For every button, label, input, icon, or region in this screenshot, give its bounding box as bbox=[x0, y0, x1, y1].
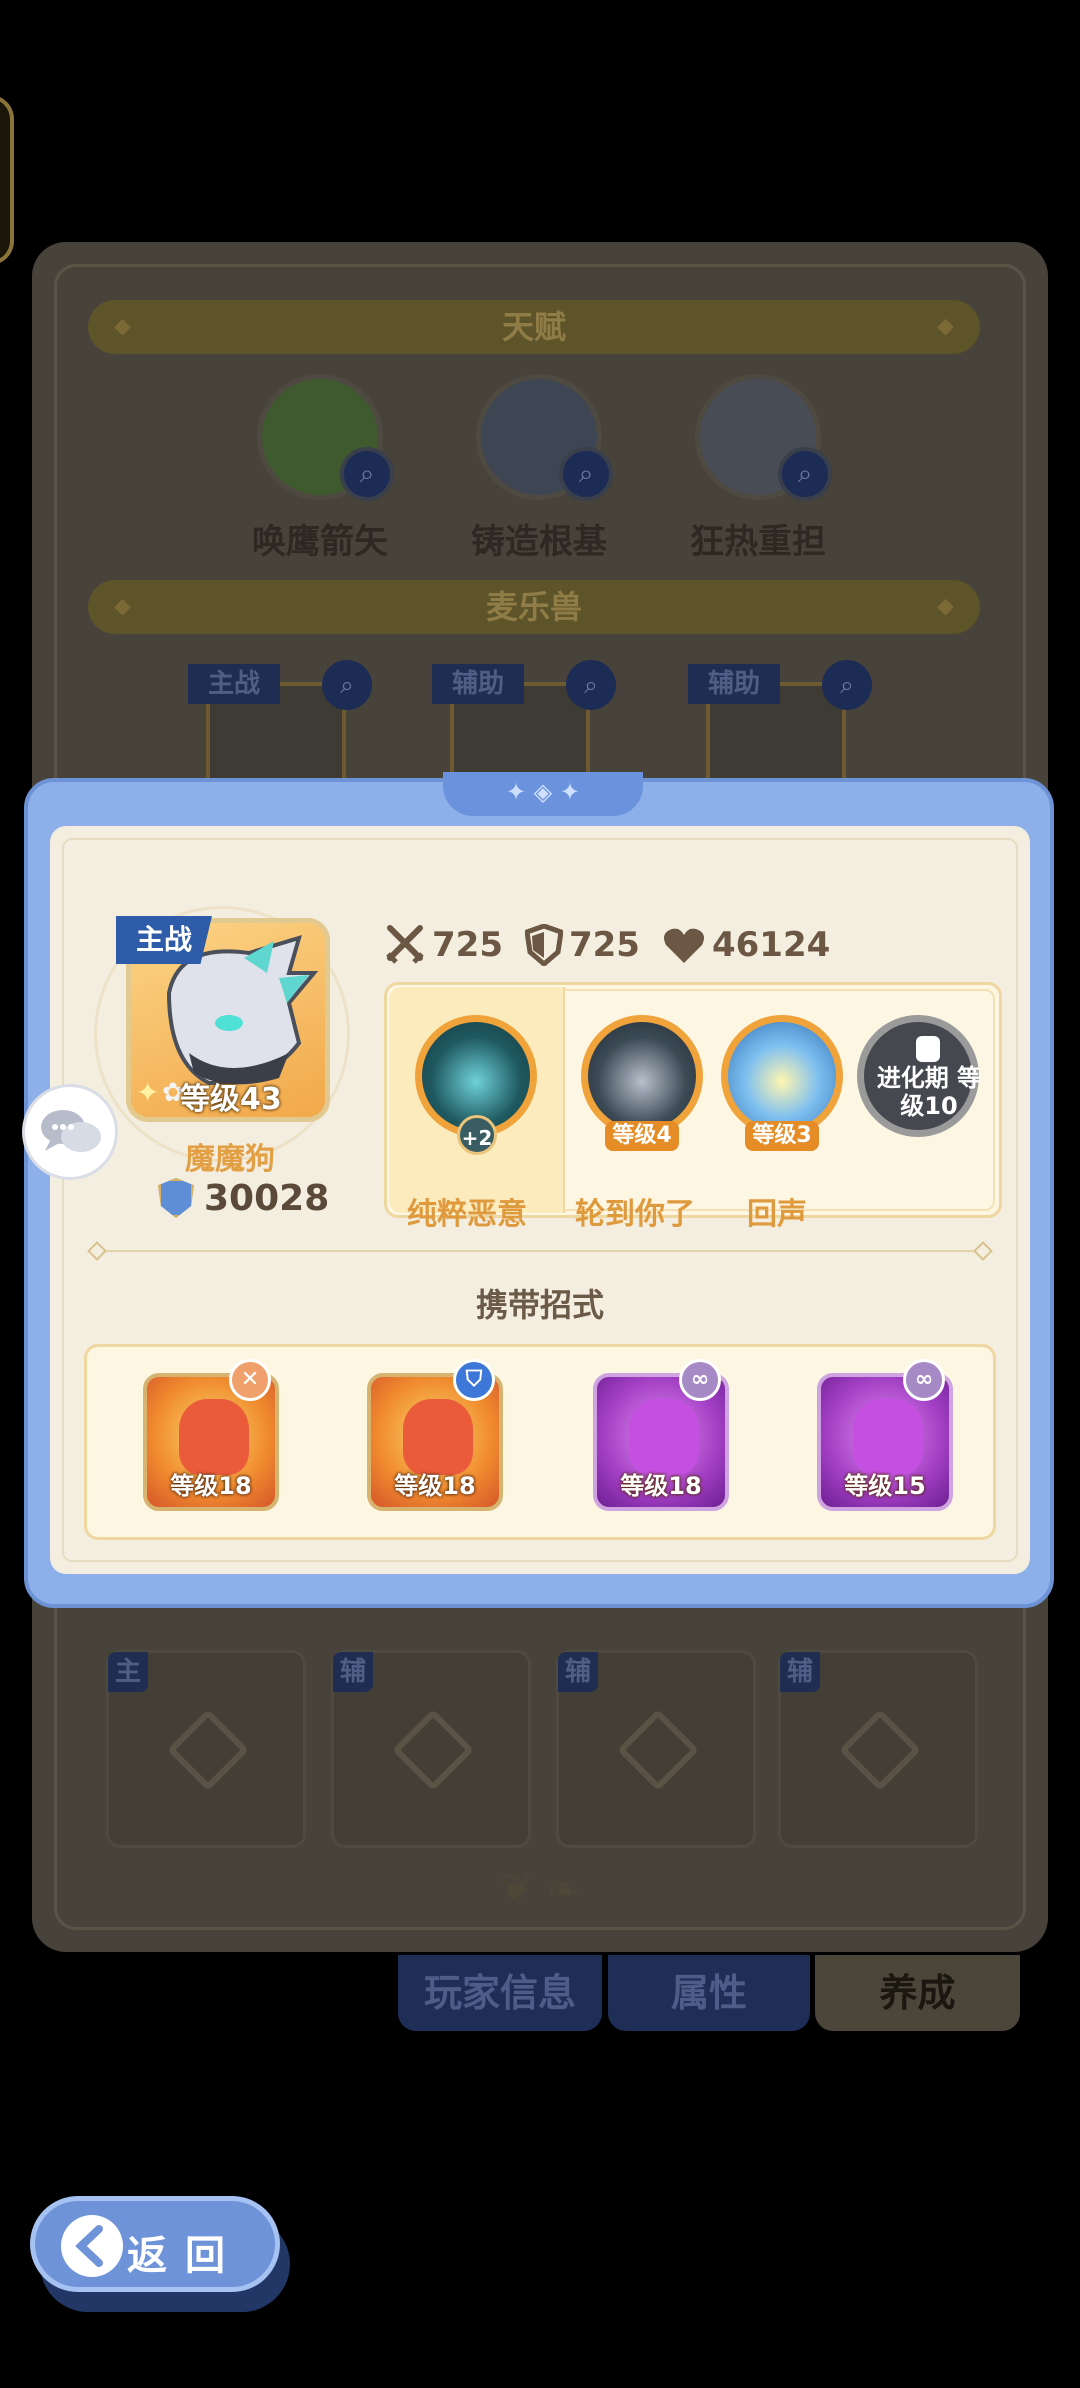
chat-button[interactable] bbox=[22, 1084, 118, 1180]
heart-icon bbox=[663, 928, 704, 963]
talent-name: 铸造根基 bbox=[471, 522, 607, 562]
shield-icon: ⛉ bbox=[453, 1359, 495, 1401]
equip-slot[interactable]: 辅 bbox=[778, 1650, 978, 1848]
slot-tag: 辅 bbox=[333, 1652, 373, 1692]
magnifier-icon[interactable]: ⌕ bbox=[822, 660, 872, 710]
move-list: 等级18 ✕ 等级18 ⛉ 等级18 ∞ 等级15 ∞ bbox=[84, 1344, 996, 1540]
pet-name: 魔魔狗 bbox=[185, 1142, 275, 1177]
move-level: 等级15 bbox=[844, 1472, 926, 1500]
ability-item[interactable]: 等级3 回声 bbox=[717, 1015, 847, 1232]
modal-content: 主战 ✦ ✿ 等级43 魔魔狗 30028 725 725 46124 +2 纯… bbox=[50, 826, 1030, 1574]
back-button-label: 返回 bbox=[127, 2233, 243, 2279]
talent-item[interactable]: ⌕ 唤鹰箭矢 bbox=[230, 374, 410, 563]
talent-header: 天赋 bbox=[88, 300, 980, 354]
pet-slot-main[interactable]: 主战 ⌕ bbox=[188, 660, 372, 802]
pet-role-tag: 辅助 bbox=[688, 664, 780, 704]
sword-cross-icon: ✕ bbox=[229, 1359, 271, 1401]
chat-icon bbox=[41, 1110, 101, 1152]
talent-name: 狂热重担 bbox=[690, 522, 826, 562]
empty-slot-icon bbox=[616, 1708, 700, 1792]
stat-hp-value: 46124 bbox=[711, 925, 831, 965]
move-level: 等级18 bbox=[170, 1472, 252, 1500]
equip-slot[interactable]: 辅 bbox=[331, 1650, 531, 1848]
ability-locked-icon: 进化期 等级10 bbox=[857, 1015, 981, 1137]
pet-header: 麦乐兽 bbox=[88, 580, 980, 634]
ability-name: 纯粹恶意 bbox=[407, 1197, 527, 1232]
slot-tag: 主 bbox=[108, 1652, 148, 1692]
magnifier-icon[interactable]: ⌕ bbox=[778, 447, 832, 501]
pet-slot-support[interactable]: 辅助 ⌕ bbox=[432, 660, 616, 802]
ability-name: 轮到你了 bbox=[575, 1197, 695, 1232]
stat-attack-value: 725 bbox=[432, 925, 503, 965]
magnifier-icon[interactable]: ⌕ bbox=[322, 660, 372, 710]
power-shield-icon bbox=[158, 1178, 194, 1218]
link-icon: ∞ bbox=[903, 1359, 945, 1401]
talent-item[interactable]: ⌕ 狂热重担 bbox=[668, 374, 848, 563]
back-button[interactable]: 返回 bbox=[30, 2196, 280, 2292]
eagle-icon: ⌕ bbox=[257, 374, 394, 501]
pet-level: 等级43 bbox=[180, 1082, 282, 1117]
equip-slot[interactable]: 主 bbox=[106, 1650, 306, 1848]
side-tab bbox=[0, 95, 14, 265]
ability-list: +2 纯粹恶意 等级4 轮到你了 等级3 回声 进化期 等级10 bbox=[384, 982, 1002, 1232]
ability-name: 回声 bbox=[747, 1197, 807, 1232]
eye-icon: ⌕ bbox=[695, 374, 832, 501]
tab-attributes[interactable]: 属性 bbox=[608, 1955, 810, 2031]
move-level: 等级18 bbox=[620, 1472, 702, 1500]
star-icon: ✦ bbox=[136, 1076, 160, 1109]
ability-echo-icon bbox=[721, 1015, 843, 1137]
move-art-icon bbox=[629, 1399, 699, 1475]
pet-role-tag: 辅助 bbox=[432, 664, 524, 704]
empty-slot-icon bbox=[166, 1708, 250, 1792]
magnifier-icon[interactable]: ⌕ bbox=[559, 447, 613, 501]
move-art-icon bbox=[179, 1399, 249, 1475]
back-arrow-icon bbox=[61, 2215, 123, 2277]
moves-title: 携带招式 bbox=[475, 1286, 604, 1324]
tab-player-info[interactable]: 玩家信息 bbox=[398, 1955, 602, 2031]
talent-item[interactable]: ⌕ 铸造根基 bbox=[449, 374, 629, 563]
ornament-icon: ❦ ❧ bbox=[500, 1866, 580, 1912]
tab-training[interactable]: 养成 bbox=[815, 1955, 1020, 2031]
crossed-swords-icon bbox=[386, 925, 424, 964]
link-icon: ∞ bbox=[679, 1359, 721, 1401]
pet-role-tag: 主战 bbox=[116, 916, 212, 964]
slot-tag: 辅 bbox=[558, 1652, 598, 1692]
magnifier-icon[interactable]: ⌕ bbox=[340, 447, 394, 501]
pet-power-value: 30028 bbox=[204, 1177, 330, 1219]
stat-defense-value: 725 bbox=[568, 925, 640, 965]
ability-badge: 等级3 bbox=[745, 1121, 819, 1151]
ability-unlock-requirement: 进化期 等级10 bbox=[876, 1064, 982, 1120]
section-divider bbox=[100, 1250, 980, 1252]
talent-name: 唤鹰箭矢 bbox=[252, 522, 388, 562]
slot-tag: 辅 bbox=[780, 1652, 820, 1692]
move-art-icon bbox=[403, 1399, 473, 1475]
modal-ornament-icon: ✦ ◈ ✦ bbox=[443, 772, 643, 816]
pet-slot-support[interactable]: 辅助 ⌕ bbox=[688, 660, 872, 802]
ability-wolf-icon bbox=[581, 1015, 703, 1137]
move-level: 等级18 bbox=[394, 1472, 476, 1500]
pet-role-tag: 主战 bbox=[188, 664, 280, 704]
pet-stats: 725 725 46124 bbox=[384, 924, 830, 966]
ability-badge: +2 bbox=[457, 1115, 497, 1155]
stat-hp: 46124 bbox=[662, 925, 830, 965]
ability-item-locked[interactable]: 进化期 等级10 bbox=[853, 1015, 983, 1185]
move-art-icon bbox=[853, 1399, 923, 1475]
shield-icon bbox=[524, 924, 563, 966]
stat-attack: 725 bbox=[384, 924, 503, 966]
pet-detail-modal: ✦ ◈ ✦ 主战 ✦ ✿ 等级43 魔魔狗 30028 725 725 4612… bbox=[24, 772, 1054, 1608]
ability-badge: 等级4 bbox=[605, 1121, 679, 1151]
lock-icon bbox=[916, 1036, 940, 1062]
stat-defense: 725 bbox=[524, 924, 640, 966]
empty-slot-icon bbox=[391, 1708, 475, 1792]
ability-item[interactable]: +2 纯粹恶意 bbox=[407, 1015, 541, 1232]
pet-power: 30028 bbox=[158, 1176, 329, 1220]
equip-slot[interactable]: 辅 bbox=[556, 1650, 756, 1848]
ability-item[interactable]: 等级4 轮到你了 bbox=[575, 1015, 707, 1232]
empty-slot-icon bbox=[838, 1708, 922, 1792]
magnifier-icon[interactable]: ⌕ bbox=[566, 660, 616, 710]
sword-icon: ⌕ bbox=[476, 374, 613, 501]
